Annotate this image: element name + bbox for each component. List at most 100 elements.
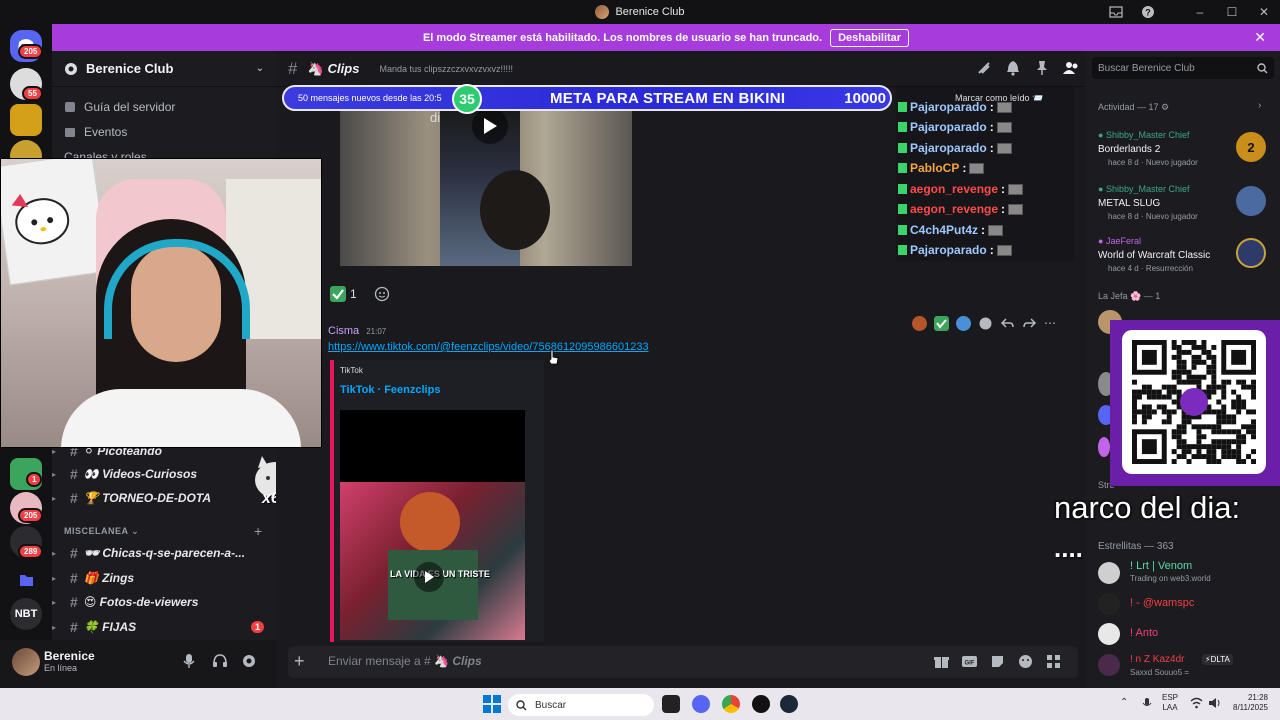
help-icon[interactable]: ? — [1132, 0, 1164, 24]
disable-streamer-button[interactable]: Deshabilitar — [830, 28, 910, 47]
channel-fijas[interactable]: ▸ # 🍀 FIJAS 1 — [52, 616, 276, 638]
chat-input-field[interactable]: Enviar mensaje a # 🦄 Clips — [328, 646, 728, 676]
badge-icon — [898, 184, 907, 194]
add-channel-icon[interactable]: + — [254, 523, 262, 539]
chrome-icon[interactable] — [722, 695, 740, 713]
language-indicator[interactable]: ESP LAA — [1162, 693, 1178, 713]
close-icon[interactable]: ✕ — [1248, 0, 1280, 24]
game-icon-metal-slug — [1236, 186, 1266, 216]
search-input[interactable]: Buscar Berenice Club — [1092, 57, 1274, 79]
folder-icon[interactable] — [10, 564, 42, 596]
server-icon-2[interactable] — [10, 104, 42, 136]
discord-icon[interactable] — [692, 695, 710, 713]
maximize-icon[interactable]: ☐ — [1216, 0, 1248, 24]
activity-game: METAL SLUG — [1098, 198, 1161, 209]
qr-code-icon — [1122, 330, 1266, 474]
threads-icon[interactable] — [976, 60, 992, 76]
goal-level: 35 — [452, 84, 482, 114]
volume-icon[interactable] — [1208, 697, 1221, 709]
channel-torneo-de-dota[interactable]: ▸ # 🏆 TORNEO-DE-DOTA — [52, 487, 276, 509]
microphone-icon[interactable] — [1142, 697, 1152, 710]
gift-icon[interactable] — [934, 654, 949, 669]
member-row[interactable]: ! Anto — [1098, 622, 1274, 646]
apps-icon[interactable] — [1046, 654, 1061, 669]
minimize-icon[interactable]: – — [1184, 0, 1216, 24]
checkmark-icon[interactable] — [934, 315, 949, 331]
chevron-up-icon[interactable]: ⌃ — [1120, 697, 1128, 708]
category-miscelanea[interactable]: MISCELANEA ⌄ — [64, 526, 139, 537]
chevron-down-icon: ⌄ — [255, 63, 264, 74]
avatar — [1098, 654, 1120, 676]
avatar[interactable] — [12, 648, 40, 676]
activity-card[interactable]: ● Shibby_Master Chief Borderlands 2 hace… — [1098, 130, 1274, 170]
message-author[interactable]: Cisma — [328, 325, 359, 337]
member-row[interactable]: ! Lrt | Venom Trading on web3.world — [1098, 560, 1274, 586]
embed-video[interactable]: LA VIDA ES UN TRISTE — [340, 410, 525, 640]
role-header-jefa: La Jefa 🌸 — 1 — [1098, 291, 1161, 301]
overlay-text-line1: narco del dia: — [1054, 490, 1241, 525]
message-link[interactable]: https://www.tiktok.com/@feenzclips/video… — [328, 341, 649, 353]
channel-zings[interactable]: ▸ # 🎁 Zings — [52, 567, 276, 589]
sidebar-item-events[interactable]: Eventos — [64, 125, 127, 139]
inbox-icon[interactable] — [1100, 0, 1132, 24]
more-options-icon[interactable]: ⋯ — [1044, 316, 1056, 330]
reaction-checkmark[interactable]: 1 — [330, 284, 357, 304]
chevron-right-icon[interactable]: › — [1258, 100, 1261, 111]
goal-amount: 10000 — [844, 90, 886, 107]
clock[interactable]: 21:28 8/11/2025 — [1228, 693, 1268, 713]
window-title: Berenice Club — [615, 6, 685, 18]
new-messages-text[interactable]: 50 mensajes nuevos desde las 20:5 — [298, 93, 442, 103]
channel-fotos-de-viewers[interactable]: ▸ # 😍 Fotos-de-viewers — [52, 591, 276, 613]
activity-header: Actividad — 17 ⚙ — [1098, 102, 1170, 112]
emoji-icon[interactable] — [1018, 654, 1033, 669]
play-icon[interactable] — [414, 562, 444, 592]
windows-start-icon[interactable] — [483, 695, 501, 713]
emote-icon — [996, 244, 1012, 256]
task-view-icon[interactable] — [662, 695, 680, 713]
microphone-icon[interactable] — [182, 653, 196, 669]
member-row[interactable]: ! n Z Kaz4dr ⚡DLTA Saxxd Souuo5 = — [1098, 653, 1274, 679]
embed-title[interactable]: TikTok · Feenzclips — [340, 384, 440, 396]
video-thumbnail[interactable]: dicie — [340, 110, 632, 266]
server-header[interactable]: Berenice Club ⌄ — [52, 51, 276, 87]
sidebar-item-guide[interactable]: Guía del servidor — [64, 100, 175, 114]
gif-icon[interactable]: GIF — [962, 654, 977, 669]
reaction-emoji-icon[interactable] — [912, 315, 927, 331]
webcam-overlay — [0, 158, 322, 448]
activity-card[interactable]: ● JaeFeral World of Warcraft Classic hac… — [1098, 236, 1274, 276]
add-attachment-icon[interactable]: + — [294, 651, 305, 672]
pin-icon[interactable] — [1035, 60, 1049, 76]
activity-card[interactable]: ● Shibby_Master Chief METAL SLUG hace 8 … — [1098, 184, 1274, 224]
live-chat-row: C4ch4Put4z: — [898, 220, 1004, 240]
bell-icon[interactable] — [1006, 60, 1020, 76]
members-icon[interactable] — [1063, 60, 1079, 76]
input-actions: GIF — [934, 654, 1061, 669]
headphones-icon[interactable] — [212, 653, 228, 669]
steam-icon[interactable] — [780, 695, 798, 713]
member-status: Saxxd Souuo5 = — [1130, 668, 1189, 677]
member-row[interactable]: ! - @wamspc — [1098, 592, 1274, 616]
add-reaction-icon[interactable] — [374, 286, 390, 302]
gear-icon[interactable] — [241, 653, 257, 669]
server-icon — [595, 5, 610, 19]
reaction-emoji-icon[interactable] — [956, 315, 971, 331]
close-icon[interactable]: ✕ — [1254, 29, 1266, 46]
sticker-icon[interactable] — [990, 654, 1005, 669]
member-name: ! n Z Kaz4dr — [1130, 654, 1185, 665]
reply-icon[interactable] — [1000, 316, 1015, 331]
activity-meta: hace 4 d · Resurrección — [1108, 264, 1193, 273]
live-chat-row: Pajaroparado: — [898, 138, 1012, 158]
channel-videos-curiosos[interactable]: ▸ # 👀 Videos-Curiosos — [52, 463, 276, 485]
emote-icon — [996, 101, 1012, 113]
taskbar-search[interactable]: Buscar — [508, 694, 654, 716]
activity-header-label: Actividad — 17 — [1098, 102, 1159, 112]
obs-icon[interactable] — [752, 695, 770, 713]
wifi-icon[interactable] — [1190, 697, 1203, 709]
activity-user: ● Shibby_Master Chief — [1098, 184, 1190, 194]
channel-emoji: 🕶 — [83, 546, 100, 560]
add-reaction-icon[interactable] — [978, 316, 993, 331]
member-avatar[interactable] — [1098, 437, 1110, 457]
forward-icon[interactable] — [1022, 316, 1037, 331]
channel-chicas[interactable]: ▸ # 🕶 Chicas-q-se-parecen-a-... — [52, 542, 276, 564]
server-nbt[interactable]: NBT — [10, 598, 42, 630]
